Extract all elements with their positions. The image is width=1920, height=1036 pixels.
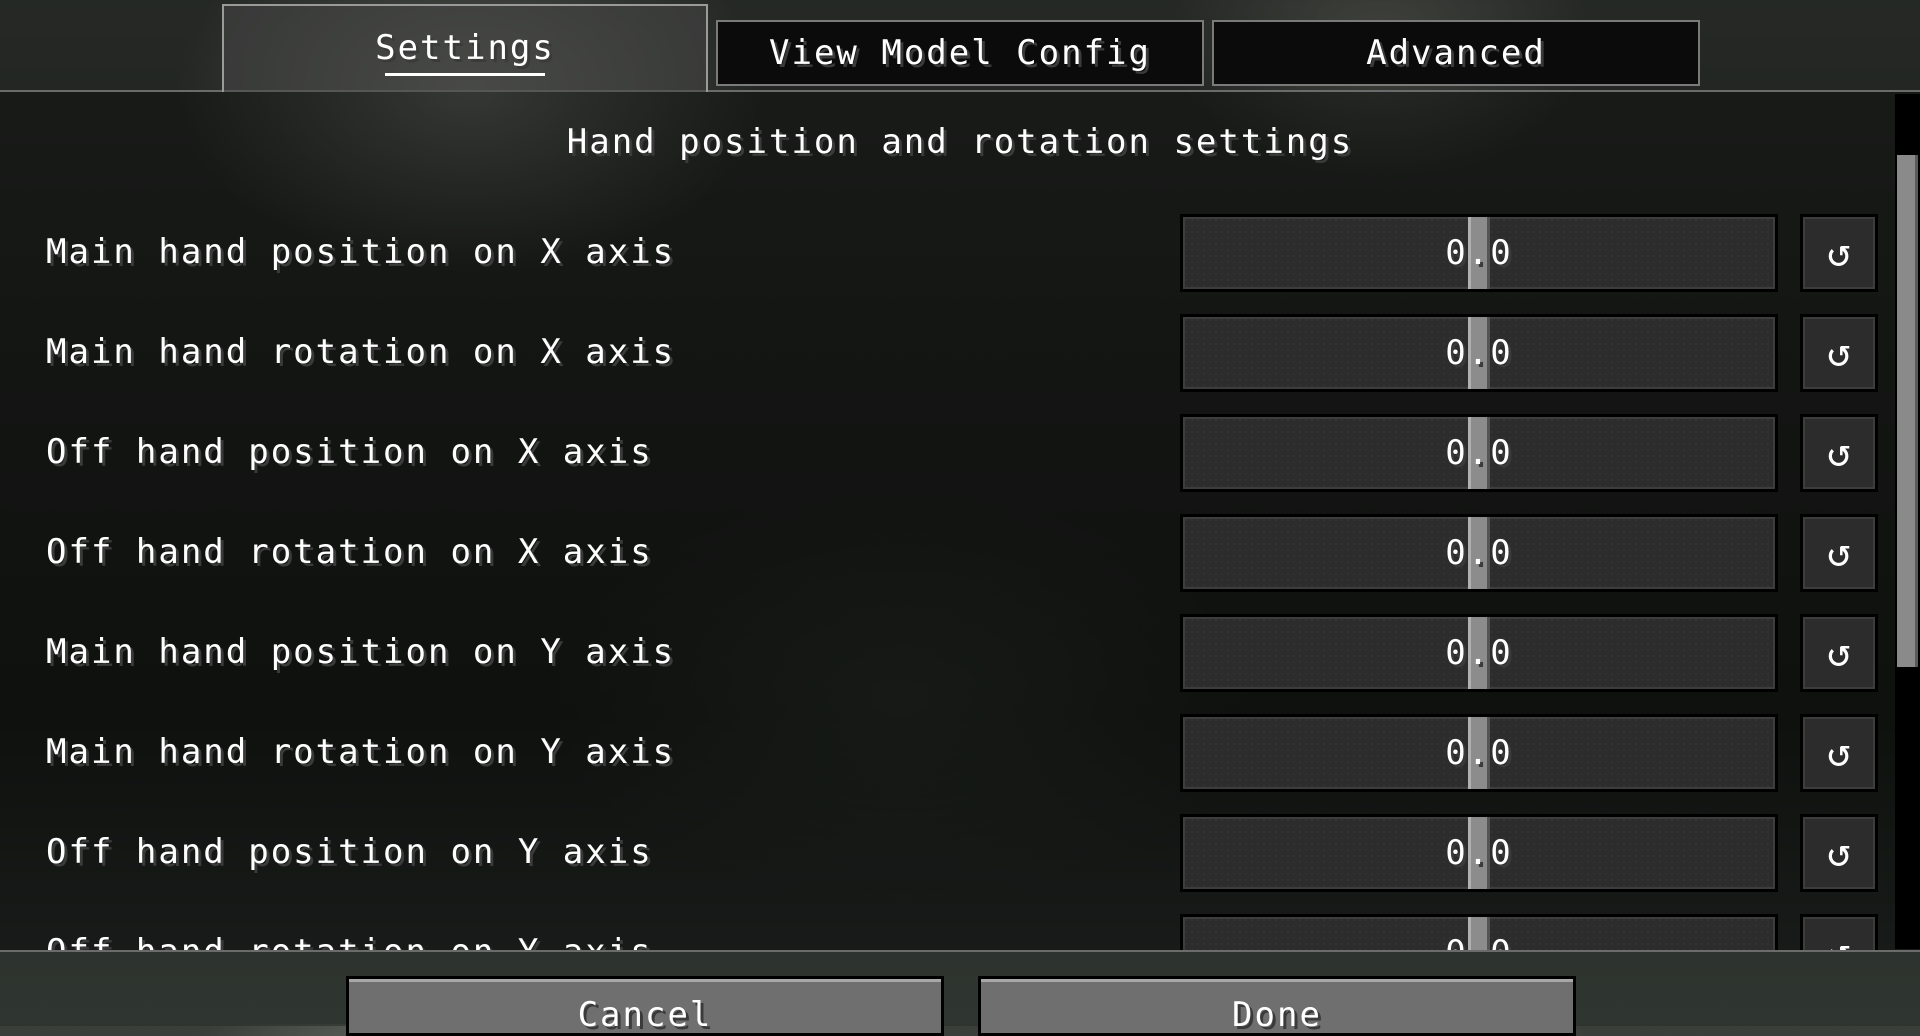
setting-slider[interactable]: 0.0 bbox=[1180, 814, 1778, 892]
setting-row: Off hand position on X axis 0.0 ↺ bbox=[0, 414, 1895, 494]
slider-value: 0.0 bbox=[1445, 433, 1513, 473]
tab-advanced-label: Advanced bbox=[1366, 33, 1546, 73]
setting-label: Main hand position on Y axis bbox=[46, 632, 676, 672]
reset-button[interactable]: ↺ bbox=[1800, 214, 1878, 292]
setting-slider[interactable]: 0.0 bbox=[1180, 414, 1778, 492]
reset-button[interactable]: ↺ bbox=[1800, 614, 1878, 692]
reset-icon: ↺ bbox=[1826, 430, 1852, 476]
reset-button[interactable]: ↺ bbox=[1800, 314, 1878, 392]
setting-label: Main hand position on X axis bbox=[46, 232, 676, 272]
reset-icon: ↺ bbox=[1826, 630, 1852, 676]
reset-button[interactable]: ↺ bbox=[1800, 714, 1878, 792]
setting-label: Off hand rotation on X axis bbox=[46, 532, 653, 572]
scrollbar-thumb[interactable] bbox=[1897, 155, 1918, 667]
setting-slider[interactable]: 0.0 bbox=[1180, 914, 1778, 950]
setting-row: Off hand position on Y axis 0.0 ↺ bbox=[0, 814, 1895, 894]
reset-icon: ↺ bbox=[1826, 330, 1852, 376]
tab-active-underline bbox=[385, 73, 545, 76]
reset-icon: ↺ bbox=[1827, 930, 1851, 950]
setting-row: Main hand rotation on X axis 0.0 ↺ bbox=[0, 314, 1895, 394]
reset-icon: ↺ bbox=[1826, 530, 1852, 576]
done-button-label: Done bbox=[1232, 995, 1322, 1035]
tab-view-model-config-label: View Model Config bbox=[769, 33, 1151, 73]
reset-icon: ↺ bbox=[1826, 830, 1852, 876]
tab-bar: Settings View Model Config Advanced bbox=[0, 0, 1920, 92]
setting-slider[interactable]: 0.0 bbox=[1180, 514, 1778, 592]
slider-value: 0.0 bbox=[1445, 333, 1513, 373]
slider-value: 0.0 bbox=[1445, 733, 1513, 773]
setting-slider[interactable]: 0.0 bbox=[1180, 714, 1778, 792]
setting-label: Off hand position on X axis bbox=[46, 432, 653, 472]
slider-value: 0.0 bbox=[1445, 833, 1513, 873]
cancel-button[interactable]: Cancel bbox=[346, 976, 944, 1036]
slider-value: 0.0 bbox=[1445, 233, 1513, 273]
slider-value: 0.0 bbox=[1445, 533, 1513, 573]
reset-button[interactable]: ↺ bbox=[1800, 414, 1878, 492]
reset-button[interactable]: ↺ bbox=[1800, 914, 1878, 950]
tab-advanced[interactable]: Advanced bbox=[1212, 20, 1700, 86]
slider-value: 0.0 bbox=[1445, 633, 1513, 673]
setting-label: Off hand position on Y axis bbox=[46, 832, 653, 872]
tab-settings[interactable]: Settings bbox=[222, 4, 708, 92]
setting-label: Main hand rotation on Y axis bbox=[46, 732, 676, 772]
done-button[interactable]: Done bbox=[978, 976, 1576, 1036]
reset-icon: ↺ bbox=[1826, 230, 1852, 276]
cancel-button-label: Cancel bbox=[577, 995, 713, 1035]
bottom-bar bbox=[0, 950, 1920, 1026]
tab-settings-label: Settings bbox=[375, 28, 555, 68]
setting-label: Off hand rotation on Y axis bbox=[46, 932, 653, 950]
setting-slider[interactable]: 0.0 bbox=[1180, 614, 1778, 692]
setting-slider[interactable]: 0.0 bbox=[1180, 214, 1778, 292]
settings-list: Hand position and rotation settings Main… bbox=[0, 92, 1920, 950]
section-heading: Hand position and rotation settings bbox=[566, 122, 1354, 162]
setting-row: Off hand rotation on X axis 0.0 ↺ bbox=[0, 514, 1895, 594]
setting-slider[interactable]: 0.0 bbox=[1180, 314, 1778, 392]
slider-value: 0.0 bbox=[1183, 917, 1775, 950]
setting-row: Main hand position on Y axis 0.0 ↺ bbox=[0, 614, 1895, 694]
reset-icon: ↺ bbox=[1826, 730, 1852, 776]
setting-row: Off hand rotation on Y axis 0.0 ↺ bbox=[0, 914, 1895, 950]
setting-row: Main hand rotation on Y axis 0.0 ↺ bbox=[0, 714, 1895, 794]
reset-button[interactable]: ↺ bbox=[1800, 514, 1878, 592]
setting-row: Main hand position on X axis 0.0 ↺ bbox=[0, 214, 1895, 294]
tab-view-model-config[interactable]: View Model Config bbox=[716, 20, 1204, 86]
setting-label: Main hand rotation on X axis bbox=[46, 332, 676, 372]
reset-button[interactable]: ↺ bbox=[1800, 814, 1878, 892]
